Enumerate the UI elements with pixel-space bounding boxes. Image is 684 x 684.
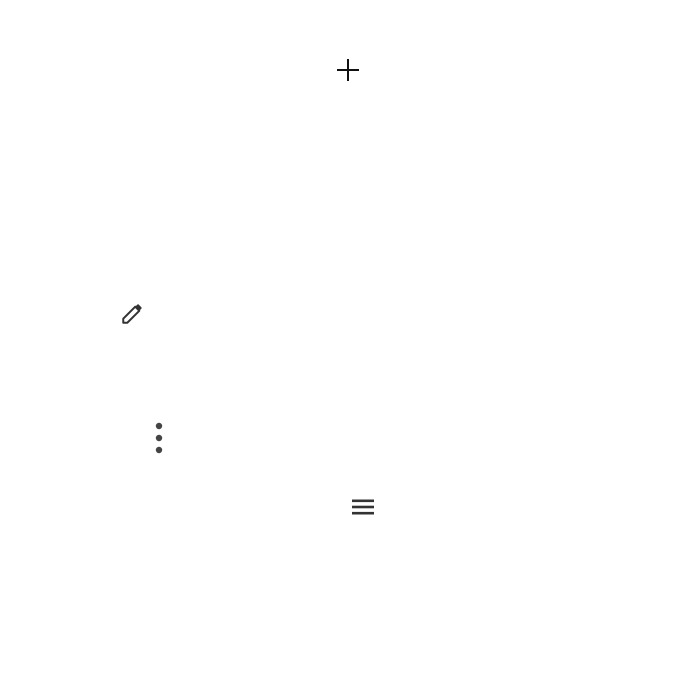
pencil-icon [120, 300, 146, 326]
edit-button[interactable] [117, 297, 149, 329]
menu-button[interactable] [347, 491, 379, 523]
more-vert-icon [155, 422, 163, 454]
hamburger-menu-icon [352, 499, 374, 515]
add-button[interactable] [332, 54, 364, 86]
plus-icon [335, 57, 361, 83]
more-options-button[interactable] [143, 422, 175, 454]
